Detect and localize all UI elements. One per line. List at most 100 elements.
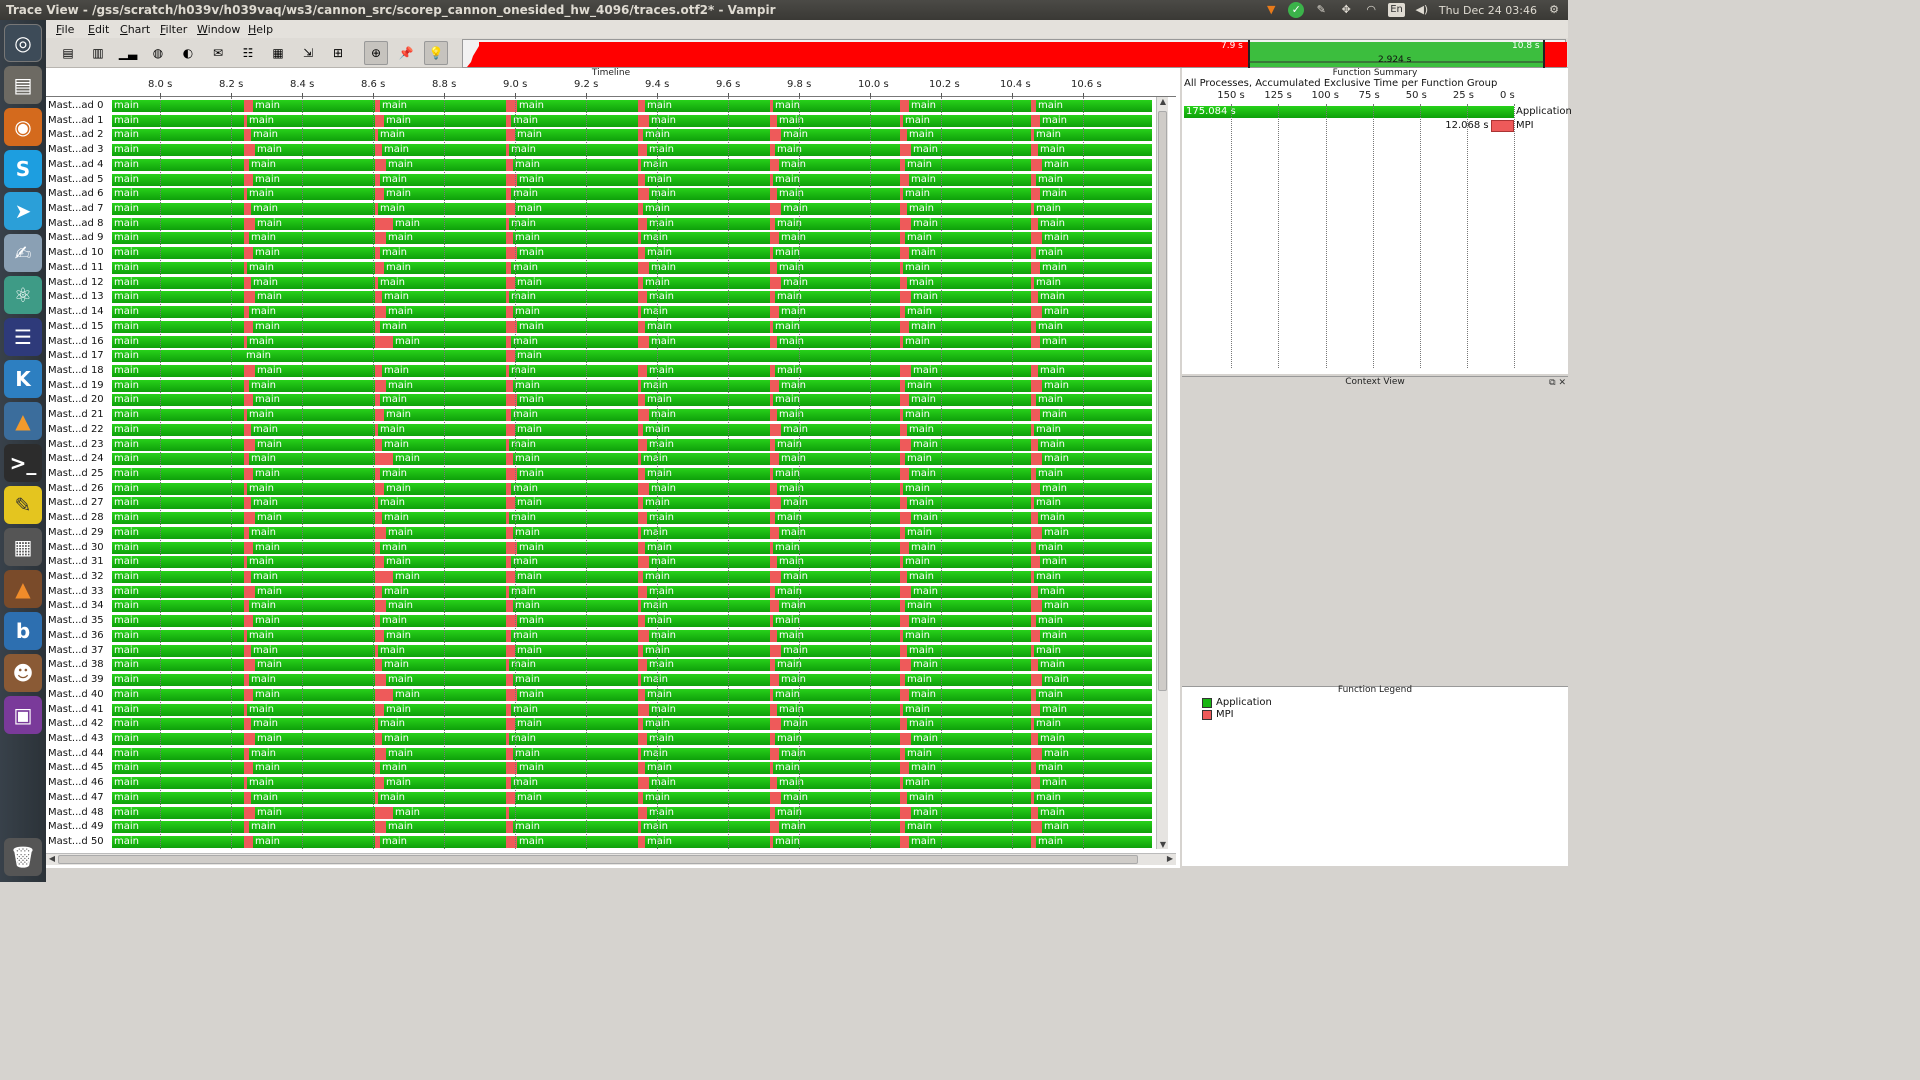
mpi-segment[interactable] xyxy=(638,158,641,171)
mpi-segment[interactable] xyxy=(638,836,645,848)
master-timeline[interactable]: Timeline 8.0 s 8.2 s 8.4 s 8.6 s 8.8 s 9.0 s9… xyxy=(46,68,1180,868)
process-row[interactable]: Mast...d 31 main main main main main main main m… xyxy=(46,555,1154,569)
process-bar[interactable]: main main main xyxy=(112,350,1152,363)
legend-item-mpi[interactable]: MPI xyxy=(1202,709,1234,720)
mpi-segment[interactable] xyxy=(375,453,393,466)
process-bar[interactable]: main main main main main main main main xyxy=(112,409,1152,422)
process-bar[interactable]: main main main main main main main main xyxy=(112,100,1152,112)
mpi-segment[interactable] xyxy=(375,394,380,407)
vampir-icon[interactable]: ▲ xyxy=(4,570,42,608)
mpi-segment[interactable] xyxy=(244,453,249,466)
clock[interactable]: Thu Dec 24 03:46 xyxy=(1439,4,1537,17)
menu-chart[interactable]: Chart xyxy=(120,23,150,36)
process-bar[interactable]: main main main main main main main main xyxy=(112,821,1152,834)
process-bar[interactable]: main main main main main main main main xyxy=(112,203,1152,216)
matlab-icon[interactable]: ▲ xyxy=(4,402,42,440)
mpi-segment[interactable] xyxy=(638,144,647,157)
mpi-segment[interactable] xyxy=(375,644,378,657)
mpi-segment[interactable] xyxy=(1031,438,1038,451)
mpi-segment[interactable] xyxy=(375,261,384,274)
mpi-segment[interactable] xyxy=(770,688,773,701)
process-row[interactable]: Mast...ad 0 main main main main main main main m… xyxy=(46,99,1154,112)
mpi-segment[interactable] xyxy=(638,232,641,245)
process-bar[interactable]: main main main main main main main main xyxy=(112,836,1152,848)
vampir-tray-icon[interactable]: ▼ xyxy=(1263,2,1279,18)
mpi-segment[interactable] xyxy=(770,129,781,142)
mpi-segment[interactable] xyxy=(506,217,509,230)
mpi-segment[interactable] xyxy=(244,100,253,112)
process-row[interactable]: Mast...d 27 main main main main main main main m… xyxy=(46,496,1154,510)
mpi-segment[interactable] xyxy=(638,718,643,731)
mpi-segment[interactable] xyxy=(244,703,247,716)
process-bar[interactable]: main main main main main main main main xyxy=(112,453,1152,466)
mpi-segment[interactable] xyxy=(900,659,911,672)
mpi-segment[interactable] xyxy=(900,644,907,657)
process-bar[interactable]: main main main main main main main main xyxy=(112,482,1152,495)
mpi-segment[interactable] xyxy=(244,585,255,598)
gimp-icon[interactable]: ☻ xyxy=(4,654,42,692)
mpi-segment[interactable] xyxy=(1031,144,1038,157)
mpi-segment[interactable] xyxy=(638,409,649,422)
mpi-segment[interactable] xyxy=(244,261,247,274)
mpi-segment[interactable] xyxy=(638,247,645,260)
atom-icon[interactable]: ⚛ xyxy=(4,276,42,314)
process-row[interactable]: Mast...ad 6 main main main main main main main m… xyxy=(46,187,1154,201)
process-row[interactable]: Mast...d 12 main main main main main main main m… xyxy=(46,276,1154,289)
mpi-segment[interactable] xyxy=(506,571,515,584)
process-row[interactable]: Mast...ad 2 main main main main main main main m… xyxy=(46,128,1154,142)
mpi-segment[interactable] xyxy=(375,732,382,745)
mpi-segment[interactable] xyxy=(506,556,511,569)
process-bar[interactable]: main main main main main main main main xyxy=(112,747,1152,760)
close-icon[interactable]: ✕ xyxy=(1558,378,1566,388)
legend-item-application[interactable]: Application xyxy=(1202,697,1272,708)
mpi-segment[interactable] xyxy=(244,203,251,216)
mpi-segment[interactable] xyxy=(244,379,249,392)
process-bar[interactable]: main main main main main main main main xyxy=(112,718,1152,731)
mpi-segment[interactable] xyxy=(506,688,517,701)
process-bar[interactable]: main main main main main main main main xyxy=(112,556,1152,569)
process-row[interactable]: Mast...d 37 main main main main main main main m… xyxy=(46,644,1154,657)
mpi-segment[interactable] xyxy=(375,409,384,422)
mpi-segment[interactable] xyxy=(1031,497,1034,510)
mpi-segment[interactable] xyxy=(770,232,779,245)
process-timeline-button[interactable]: ▥ xyxy=(86,41,110,65)
process-row[interactable]: Mast...ad 1 main main main main main main main m… xyxy=(46,114,1154,127)
mpi-segment[interactable] xyxy=(244,438,255,451)
mpi-segment[interactable] xyxy=(506,350,515,363)
process-bar[interactable]: main main main main main main main main xyxy=(112,674,1152,687)
scroll-down-icon[interactable]: ▼ xyxy=(1157,840,1169,849)
process-row[interactable]: Mast...d 43 main main main main main main main m… xyxy=(46,732,1154,745)
process-row[interactable]: Mast...ad 3 main main main main main main main m… xyxy=(46,143,1154,157)
mpi-segment[interactable] xyxy=(244,497,251,510)
mpi-segment[interactable] xyxy=(900,674,905,687)
mpi-segment[interactable] xyxy=(770,453,779,466)
mpi-segment[interactable] xyxy=(506,438,509,451)
mpi-segment[interactable] xyxy=(900,453,905,466)
mpi-segment[interactable] xyxy=(244,173,253,186)
mpi-segment[interactable] xyxy=(506,100,517,112)
mpi-segment[interactable] xyxy=(770,379,779,392)
mpi-segment[interactable] xyxy=(506,585,509,598)
mpi-segment[interactable] xyxy=(244,836,253,848)
mpi-segment[interactable] xyxy=(375,718,378,731)
mpi-segment[interactable] xyxy=(506,306,513,319)
keyboard-layout-indicator[interactable]: En xyxy=(1388,3,1405,17)
mpi-segment[interactable] xyxy=(638,747,641,760)
mpi-segment[interactable] xyxy=(244,394,253,407)
process-row[interactable]: Mast...d 10 main main main main main main main m… xyxy=(46,246,1154,260)
gear-icon[interactable]: ⚙ xyxy=(1546,2,1562,18)
menu-filter[interactable]: Filter xyxy=(160,23,187,36)
process-row[interactable]: Mast...d 36 main main main main main main main m… xyxy=(46,629,1154,642)
mpi-segment[interactable] xyxy=(1031,762,1036,775)
notes-icon[interactable]: ✎ xyxy=(1313,2,1329,18)
mpi-segment[interactable] xyxy=(638,497,643,510)
mpi-segment[interactable] xyxy=(900,129,907,142)
process-bar[interactable]: main main main main main main main main xyxy=(112,644,1152,657)
mpi-segment[interactable] xyxy=(506,232,513,245)
mpi-segment[interactable] xyxy=(244,821,249,834)
mpi-segment[interactable] xyxy=(375,556,384,569)
process-row[interactable]: Mast...d 33 main main main main main main main m… xyxy=(46,585,1154,598)
process-row[interactable]: Mast...d 18 main main main main main main main m… xyxy=(46,364,1154,377)
mpi-segment[interactable] xyxy=(375,526,386,539)
mpi-segment[interactable] xyxy=(1031,541,1036,554)
